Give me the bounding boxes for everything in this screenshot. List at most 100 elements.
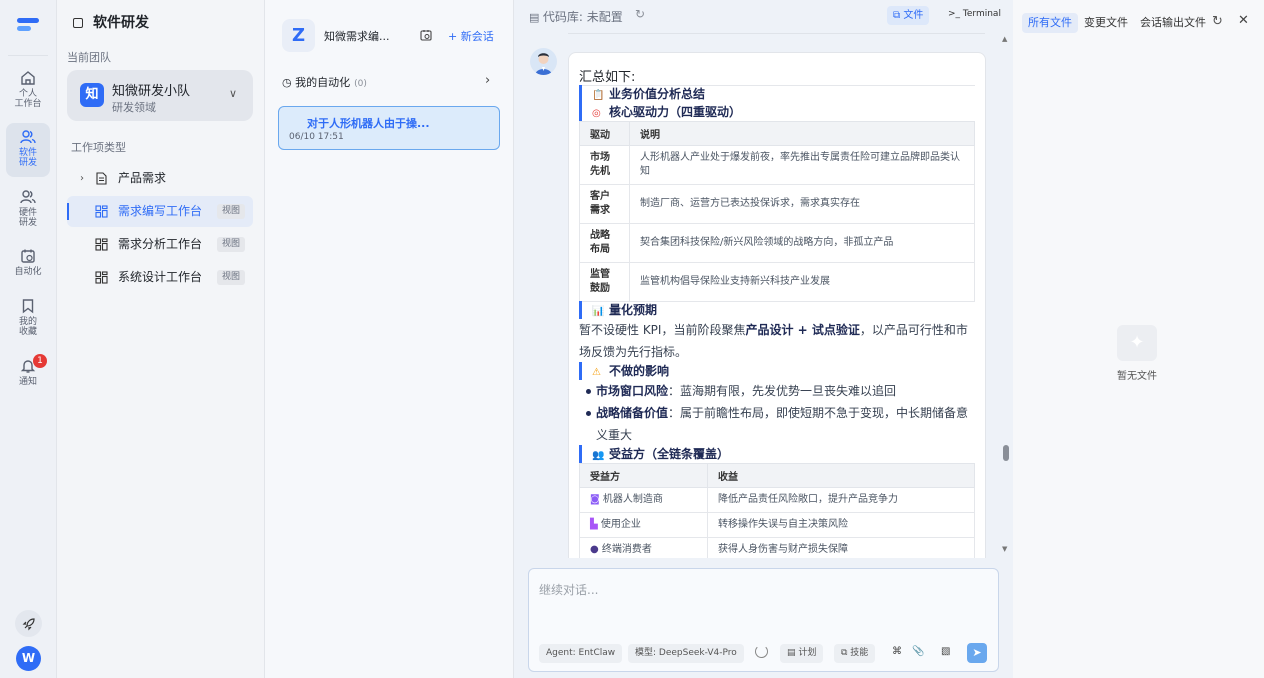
tree-item-product-req[interactable]: › 产品需求	[67, 163, 253, 194]
rail-item-favorites[interactable]: 我的 收藏	[6, 292, 50, 346]
rail-item-label: 个人	[18, 89, 37, 99]
table-row: ◙ 机器人制造商 降低产品责任风险敞口，提升产品竞争力	[579, 487, 975, 513]
table-row: ● 终端消费者 获得人身伤害与财产损失保障	[579, 537, 975, 558]
calendar-clock-icon: ◷	[282, 76, 296, 89]
tree-item-req-writing[interactable]: 需求编写工作台 视图	[67, 196, 253, 227]
chat-input-placeholder: 继续对话...	[539, 583, 599, 597]
tool-icon[interactable]: ⌘	[892, 646, 902, 657]
list-item: 战略储备价值：属于前瞻性布局，即使短期不急于变现，中长期储备意义重大	[586, 402, 979, 446]
plan-label: 计划	[798, 648, 817, 658]
terminal-button-label: Terminal	[962, 9, 1001, 19]
rocket-icon	[22, 618, 35, 631]
rail-item-personal[interactable]: 个人 工作台	[6, 64, 50, 118]
users-icon	[20, 130, 36, 144]
team-selector[interactable]: 知 知微研发小队 研发领域 ∨	[67, 70, 253, 121]
file-button[interactable]: ⧉ 文件	[887, 6, 930, 25]
tab-changed-files[interactable]: 变更文件	[1078, 13, 1134, 33]
tab-session-output[interactable]: 会话输出文件	[1134, 13, 1212, 33]
sidebar-toggle-icon[interactable]	[73, 18, 83, 28]
text: 机器人制造商	[602, 494, 663, 505]
scroll-down-icon[interactable]: ▼	[1002, 545, 1007, 553]
message-list[interactable]: 汇总如下: 📋 业务价值分析总结 ◎ 核心驱动力（四重驱动） 驱动 说明 市场先机人…	[514, 33, 1013, 558]
text: 暂不设硬性 KPI，当前阶段聚焦	[579, 323, 746, 337]
bookmark-icon	[22, 299, 34, 314]
table-cell: 战略布局	[579, 223, 630, 263]
users-icon	[20, 190, 36, 204]
terminal-icon: >_	[948, 9, 963, 19]
tree-item-label: 需求编写工作台	[118, 204, 203, 218]
rail-item-label: 软件	[18, 148, 37, 158]
heading-text: 不做的影响	[609, 364, 670, 378]
rail-item-label: 研发	[18, 158, 37, 168]
chat-input-box[interactable]: 继续对话... Agent: EntClaw 模型: DeepSeek-V4-P…	[528, 568, 999, 672]
tab-all-files[interactable]: 所有文件	[1022, 13, 1078, 33]
app-window: 个人 工作台 软件 研发 硬件 研发 自动化 我的 收藏 1 通知 W 软件研发…	[0, 0, 1264, 678]
message-intro: 汇总如下:	[579, 70, 636, 85]
model-select[interactable]: 模型: DeepSeek-V4-Pro	[628, 644, 744, 663]
view-tag: 视图	[217, 237, 246, 252]
tree-item-label: 系统设计工作台	[118, 270, 203, 284]
refresh-icon[interactable]: ↻	[635, 7, 645, 21]
table-cell: 人形机器人产业处于爆发前夜，率先推出专属责任险可建立品牌即品类认知	[629, 145, 975, 185]
conversation-item-active[interactable]: 对于人形机器人由于操... 06/10 17:51	[278, 106, 500, 150]
divider	[568, 33, 985, 34]
rail-item-automation[interactable]: 自动化	[6, 242, 50, 296]
repo-icon: ▤	[529, 11, 543, 24]
plan-button[interactable]: ▤ 计划	[780, 644, 824, 663]
clipboard-icon: ▤	[787, 648, 799, 658]
rail-item-hardware[interactable]: 硬件 研发	[6, 183, 50, 237]
paperclip-icon[interactable]: 📎	[912, 646, 924, 657]
calendar-clock-icon[interactable]	[420, 29, 432, 41]
sidebar: 软件研发 当前团队 知 知微研发小队 研发领域 ∨ 工作项类型 › 产品需求 需…	[57, 0, 265, 678]
scroll-up-icon[interactable]: ▲	[1002, 35, 1007, 43]
drive-table: 驱动 说明 市场先机 人形机器人产业处于爆发前夜，率先推出专属责任险可建立品牌即品…	[579, 121, 975, 302]
sidebar-header: 软件研发	[73, 12, 149, 32]
refresh-icon[interactable]: ↻	[1212, 14, 1223, 29]
user-avatar[interactable]: W	[16, 646, 41, 671]
my-automation-row[interactable]: ◷ 我的自动化 (0)	[282, 74, 367, 90]
skill-button[interactable]: ⧉ 技能	[834, 644, 876, 663]
close-icon[interactable]: ✕	[1238, 13, 1249, 28]
file-button-label: 文件	[903, 10, 924, 21]
bold-text: 市场窗口风险	[596, 384, 669, 398]
robot-icon: ◙	[590, 494, 603, 505]
heading-impact: ⚠ 不做的影响	[579, 362, 669, 380]
tree-item-sys-design[interactable]: 系统设计工作台 视图	[67, 262, 253, 293]
text: ：蓝海期有限，先发优势一旦丧失难以追回	[668, 384, 897, 398]
bold-text: 战略储备价值	[596, 406, 669, 420]
factory-icon: ▙	[590, 519, 601, 530]
image-icon[interactable]: ▧	[941, 646, 950, 657]
empty-sparkle-icon: ✦	[1117, 325, 1157, 361]
loading-spinner-icon	[755, 645, 768, 658]
message-scrollbar[interactable]: ▲ ▼	[1001, 33, 1011, 558]
text: 使用企业	[600, 519, 641, 530]
terminal-button[interactable]: >_ Terminal	[948, 9, 1001, 19]
agent-select[interactable]: Agent: EntClaw	[539, 644, 623, 663]
tree-item-label: 需求分析工作台	[118, 237, 203, 251]
grid-icon	[95, 271, 108, 284]
table-header: 说明	[629, 121, 975, 146]
agent-logo-icon: Z	[282, 19, 315, 52]
grid-icon	[95, 238, 108, 251]
rocket-button[interactable]	[15, 610, 42, 637]
assistant-message: 汇总如下: 📋 业务价值分析总结 ◎ 核心驱动力（四重驱动） 驱动 说明 市场先机人…	[568, 52, 986, 558]
chevron-right-icon[interactable]: ›	[485, 73, 490, 88]
new-conversation-button[interactable]: + 新会话	[448, 28, 494, 44]
scrollbar-thumb[interactable]	[1003, 445, 1009, 461]
app-logo[interactable]	[17, 18, 39, 36]
tree-item-req-analysis[interactable]: 需求分析工作台 视图	[67, 229, 253, 260]
conversation-workspace-title[interactable]: 知微需求编...	[324, 28, 390, 44]
send-icon: ➤	[972, 646, 982, 659]
repo-status: ▤ 代码库: 未配置	[529, 8, 623, 25]
table-cell: 制造厂商、运营方已表达投保诉求，需求真实存在	[629, 184, 975, 224]
rail-item-notifications[interactable]: 1 通知	[6, 352, 50, 406]
rail-item-software[interactable]: 软件 研发	[6, 123, 50, 177]
person-icon: ●	[590, 544, 602, 555]
table-row: ▙ 使用企业 转移操作失误与自主决策风险	[579, 512, 975, 538]
table-header: 收益	[707, 463, 975, 488]
table-cell: 契合集团科技保险/新兴风险领域的战略方向，非孤立产品	[629, 223, 975, 263]
table-row: 市场先机 人形机器人产业处于爆发前夜，率先推出专属责任险可建立品牌即品类认知	[579, 145, 975, 185]
table-cell: 市场先机	[579, 145, 630, 185]
send-button[interactable]: ➤	[967, 643, 987, 663]
team-logo: 知	[80, 83, 104, 107]
